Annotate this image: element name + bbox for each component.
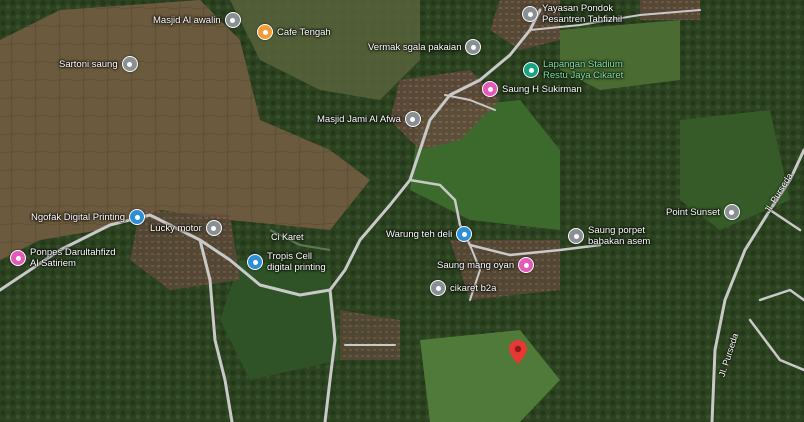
map-place-warung-teh-deli[interactable]: Warung teh deli — [386, 226, 473, 242]
map-place-label[interactable]: Saung porpet babakan asem — [588, 225, 650, 247]
shop-icon[interactable] — [456, 226, 473, 242]
cafe-icon[interactable] — [257, 24, 273, 40]
map-place-label[interactable]: Vermak sgala pakaian — [368, 42, 461, 53]
map-place-cafe-tengah[interactable]: Cafe Tengah — [257, 24, 331, 40]
shop-icon[interactable] — [247, 254, 263, 270]
map-place-sartoni-saung[interactable]: Sartoni saung — [59, 56, 138, 72]
place-icon[interactable] — [568, 228, 584, 244]
map-place-label[interactable]: Point Sunset — [666, 207, 720, 218]
school-icon[interactable] — [522, 6, 538, 22]
mosque-icon[interactable] — [224, 12, 241, 28]
shop-icon[interactable] — [129, 209, 145, 225]
map-place-label[interactable]: Masjid Jami Al Afwa — [317, 114, 401, 125]
map-place-saung-mang-oyan[interactable]: Saung mang oyan — [437, 257, 535, 273]
map-place-label[interactable]: Tropis Cell digital printing — [267, 251, 326, 273]
map-place-label[interactable]: Ponpes Darultahfizd Al Satiriem — [30, 247, 116, 269]
map-place-saung-porpet[interactable]: Saung porpet babakan asem — [568, 225, 650, 247]
place-icon[interactable] — [430, 280, 446, 296]
place-icon[interactable] — [723, 204, 740, 220]
map-place-ngofak[interactable]: Ngofak Digital Printing — [31, 209, 145, 225]
map-place-lapangan[interactable]: Lapangan Stadium Restu Jaya Cikaret — [523, 59, 623, 81]
road-label-ci-karet: Ci Karet — [271, 232, 304, 242]
red-location-pin-icon[interactable] — [509, 340, 527, 364]
map-place-tropis-cell[interactable]: Tropis Cell digital printing — [247, 251, 326, 273]
map-place-point-sunset[interactable]: Point Sunset — [666, 204, 740, 220]
dining-icon[interactable] — [518, 257, 535, 273]
map-place-label[interactable]: Lucky motor — [150, 223, 202, 234]
map-place-saung-h-sukirman[interactable]: Saung H Sukirman — [482, 81, 582, 97]
map-place-label[interactable]: Yayasan Pondok Pesantren Tahfizhil — [542, 3, 622, 25]
map-place-vermak[interactable]: Vermak sgala pakaian — [368, 39, 482, 55]
dining-icon[interactable] — [10, 250, 26, 266]
map-place-masjid-al-awalin[interactable]: Masjid Al awalin — [153, 12, 241, 28]
map-place-ponpes[interactable]: Ponpes Darultahfizd Al Satiriem — [10, 247, 116, 269]
place-icon[interactable] — [205, 220, 222, 236]
park-icon[interactable] — [523, 62, 539, 78]
map-place-label[interactable]: Saung H Sukirman — [502, 84, 582, 95]
map-place-label[interactable]: Sartoni saung — [59, 59, 118, 70]
map-place-label[interactable]: Lapangan Stadium Restu Jaya Cikaret — [543, 59, 623, 81]
mosque-icon[interactable] — [404, 111, 421, 127]
map-place-label[interactable]: Ngofak Digital Printing — [31, 212, 125, 223]
dining-icon[interactable] — [482, 81, 498, 97]
map-place-cikaret-b2a[interactable]: cikaret b2a — [430, 280, 496, 296]
map-place-label[interactable]: Saung mang oyan — [437, 260, 514, 271]
place-icon[interactable] — [465, 39, 482, 55]
map-place-masjid-jami[interactable]: Masjid Jami Al Afwa — [317, 111, 421, 127]
map-place-label[interactable]: Warung teh deli — [386, 229, 452, 240]
map-place-label[interactable]: Masjid Al awalin — [153, 15, 221, 26]
map-place-label[interactable]: Cafe Tengah — [277, 27, 331, 38]
map-place-lucky-motor[interactable]: Lucky motor — [150, 220, 222, 236]
map-place-yayasan-pondok[interactable]: Yayasan Pondok Pesantren Tahfizhil — [522, 3, 622, 25]
place-icon[interactable] — [121, 56, 138, 72]
map-place-label[interactable]: cikaret b2a — [450, 283, 496, 294]
